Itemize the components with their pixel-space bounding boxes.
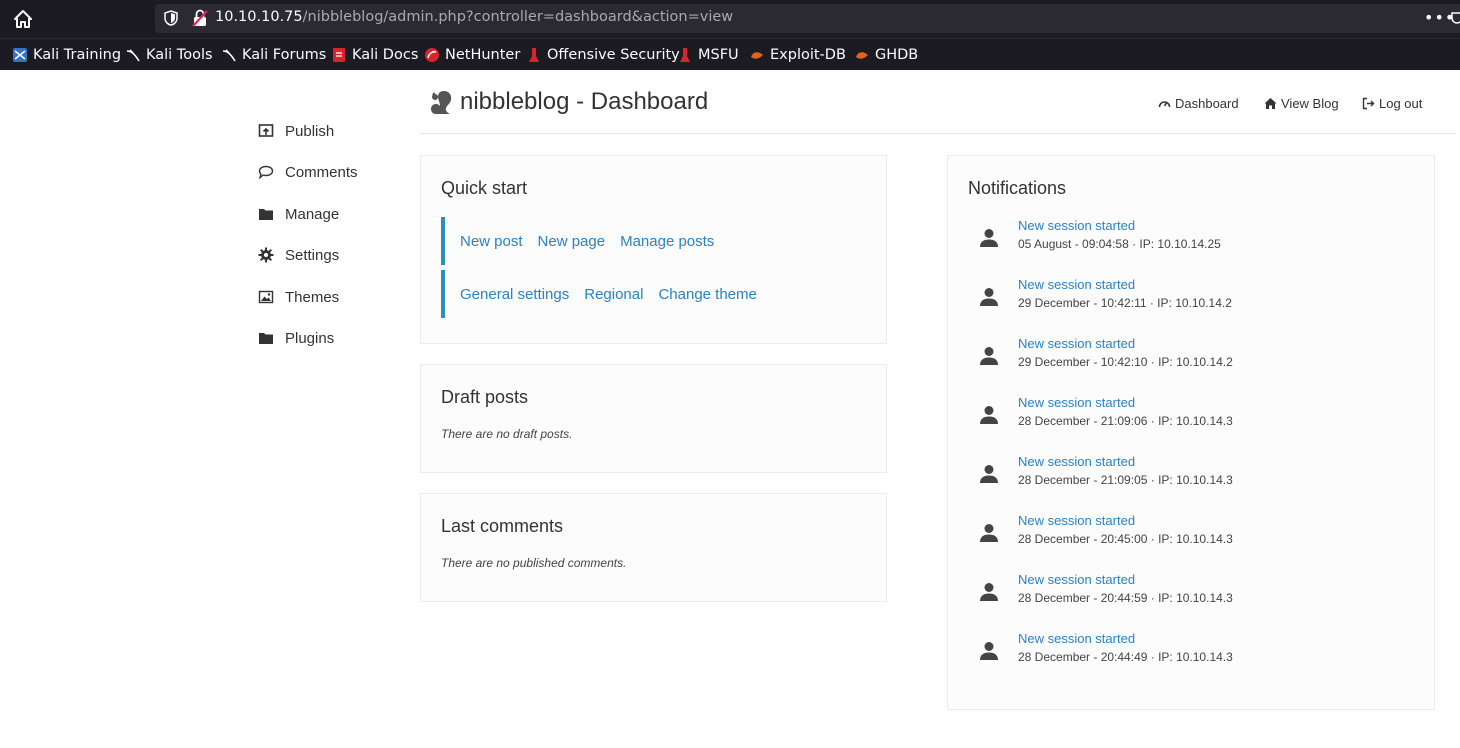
bookmark-kali-tools[interactable]: Kali Tools (125, 45, 213, 65)
user-icon (980, 465, 998, 483)
bookmark-exploit-db[interactable]: Exploit-DB (749, 45, 846, 65)
notification-meta: 29 December - 10:42:11 · IP: 10.10.14.2 (1018, 296, 1232, 310)
sidebar-item-manage[interactable]: Manage (258, 203, 398, 225)
last-comments-panel: Last comments There are no published com… (420, 493, 887, 602)
notification-title[interactable]: New session started (1018, 336, 1135, 351)
page-header: nibbleblog - Dashboard Dashboard View Bl… (420, 70, 1456, 134)
draft-posts-empty: There are no draft posts. (441, 427, 573, 441)
nav-view-blog[interactable]: View Blog (1264, 96, 1339, 111)
publish-icon (258, 124, 274, 137)
last-comments-empty: There are no published comments. (441, 556, 627, 570)
kali-docs-icon (333, 48, 345, 62)
kali-dragon-icon (126, 49, 140, 62)
nav-logout[interactable]: Log out (1362, 96, 1422, 111)
user-icon (980, 524, 998, 542)
notification-meta: 28 December - 21:09:06 · IP: 10.10.14.3 (1018, 414, 1233, 428)
notification-item: New session started 28 December - 21:09:… (978, 395, 1398, 435)
nav-dashboard[interactable]: Dashboard (1158, 96, 1239, 111)
exploitdb-icon (856, 52, 868, 59)
home-icon (1264, 98, 1277, 109)
offsec-icon (529, 48, 539, 62)
pocket-icon[interactable] (1451, 10, 1460, 26)
bookmark-ghdb[interactable]: GHDB (854, 45, 918, 65)
image-icon (258, 290, 274, 304)
page-title: nibbleblog - Dashboard (460, 88, 709, 115)
quick-start-panel: Quick start New post New page Manage pos… (420, 155, 887, 344)
last-comments-title: Last comments (441, 516, 564, 536)
sidebar-item-publish[interactable]: Publish (258, 120, 398, 142)
logout-icon (1362, 97, 1375, 110)
user-icon (980, 406, 998, 424)
bookmark-kali-training[interactable]: Kali Training (12, 45, 121, 65)
sidebar-item-plugins[interactable]: Plugins (258, 327, 398, 349)
notification-meta: 28 December - 20:44:59 · IP: 10.10.14.3 (1018, 591, 1233, 605)
notifications-panel: Notifications New session started 05 Aug… (947, 155, 1435, 710)
bookmark-msfu[interactable]: MSFU (677, 45, 739, 65)
notification-title[interactable]: New session started (1018, 218, 1135, 233)
offsec-icon (680, 48, 690, 62)
sidebar-item-themes[interactable]: Themes (258, 286, 398, 308)
bookmark-kali-docs[interactable]: Kali Docs (331, 45, 418, 65)
quick-start-row-content: New post New page Manage posts (441, 217, 881, 265)
notification-item: New session started 28 December - 20:45:… (978, 513, 1398, 553)
notifications-title: Notifications (968, 178, 1067, 198)
notification-meta: 05 August - 09:04:58 · IP: 10.10.14.25 (1018, 237, 1221, 251)
notification-meta: 28 December - 21:09:05 · IP: 10.10.14.3 (1018, 473, 1233, 487)
notification-meta: 28 December - 20:44:49 · IP: 10.10.14.3 (1018, 650, 1233, 664)
comment-icon (258, 165, 274, 180)
notification-item: New session started 29 December - 10:42:… (978, 336, 1398, 376)
user-icon (980, 583, 998, 601)
sidebar-item-settings[interactable]: Settings (258, 244, 398, 266)
insecure-lock-icon[interactable] (192, 9, 208, 27)
notification-meta: 29 December - 10:42:10 · IP: 10.10.14.2 (1018, 355, 1233, 369)
notification-item: New session started 28 December - 21:09:… (978, 454, 1398, 494)
url-text: 10.10.10.75/nibbleblog/admin.php?control… (215, 9, 734, 25)
notification-item: New session started 28 December - 20:44:… (978, 631, 1398, 671)
user-icon (980, 642, 998, 660)
change-theme-link[interactable]: Change theme (658, 286, 756, 303)
notification-title[interactable]: New session started (1018, 572, 1135, 587)
dashboard-gauge-icon (1158, 101, 1171, 108)
notification-title[interactable]: New session started (1018, 277, 1135, 292)
new-post-link[interactable]: New post (460, 233, 523, 250)
draft-posts-panel: Draft posts There are no draft posts. (420, 364, 887, 473)
sidebar-item-comments[interactable]: Comments (258, 161, 398, 183)
quick-start-title: Quick start (441, 178, 528, 198)
manage-posts-link[interactable]: Manage posts (620, 233, 714, 250)
draft-posts-title: Draft posts (441, 387, 529, 407)
page-body: Publish Comments Manage Settings Themes … (0, 70, 1460, 748)
kali-dragon-icon (222, 49, 236, 62)
user-icon (980, 347, 998, 365)
notification-meta: 28 December - 20:45:00 · IP: 10.10.14.3 (1018, 532, 1233, 546)
regional-link[interactable]: Regional (584, 286, 643, 303)
general-settings-link[interactable]: General settings (460, 286, 569, 303)
bookmark-nethunter[interactable]: NetHunter (424, 45, 520, 65)
folder-icon (259, 333, 273, 344)
notification-title[interactable]: New session started (1018, 513, 1135, 528)
quick-start-row-settings: General settings Regional Change theme (441, 270, 881, 318)
user-icon (980, 229, 998, 247)
kali-training-icon (13, 48, 27, 62)
notification-item: New session started 29 December - 10:42:… (978, 277, 1398, 317)
user-icon (980, 288, 998, 306)
squirrel-logo-icon (431, 91, 452, 114)
notification-item: New session started 05 August - 09:04:58… (978, 218, 1398, 258)
new-page-link[interactable]: New page (538, 233, 606, 250)
notification-title[interactable]: New session started (1018, 395, 1135, 410)
bookmark-offensive-security[interactable]: Offensive Security (526, 45, 680, 65)
nethunter-icon (425, 48, 439, 62)
tracking-shield-icon[interactable] (164, 10, 178, 26)
notification-item: New session started 28 December - 20:44:… (978, 572, 1398, 612)
bookmarks-toolbar: Kali Training Kali Tools Kali Forums Kal… (0, 38, 1460, 70)
home-icon[interactable] (12, 8, 34, 30)
notification-title[interactable]: New session started (1018, 454, 1135, 469)
gear-icon (258, 247, 274, 263)
folder-icon (259, 209, 273, 220)
exploitdb-icon (751, 52, 763, 59)
notification-title[interactable]: New session started (1018, 631, 1135, 646)
bookmark-kali-forums[interactable]: Kali Forums (221, 45, 326, 65)
browser-toolbar: 10.10.10.75/nibbleblog/admin.php?control… (0, 0, 1460, 38)
